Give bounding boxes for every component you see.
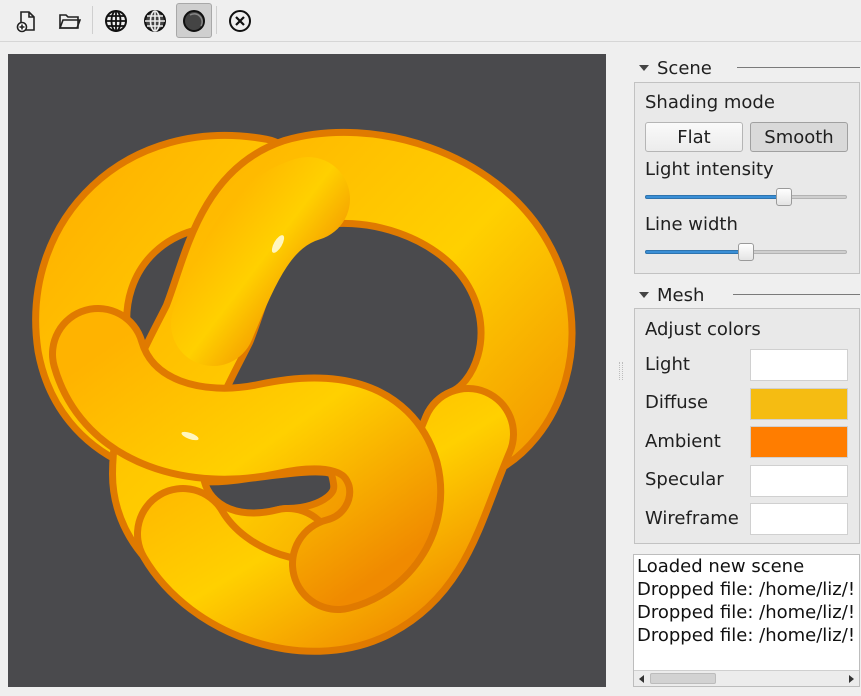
light-intensity-slider[interactable] <box>645 187 847 207</box>
close-circle-icon <box>229 9 251 32</box>
panel-splitter[interactable] <box>619 362 623 380</box>
wireframe-shaded-button[interactable] <box>137 3 173 38</box>
specular-color-swatch[interactable] <box>750 465 848 497</box>
wireframe-shaded-globe-icon <box>144 9 166 32</box>
3d-viewport[interactable] <box>8 54 606 687</box>
light-color-label: Light <box>645 354 690 375</box>
collapse-arrow-icon <box>639 292 649 298</box>
diffuse-color-swatch[interactable] <box>750 388 848 420</box>
wireframe-color-label: Wireframe <box>645 508 739 529</box>
collapse-arrow-icon <box>639 65 649 71</box>
diffuse-color-label: Diffuse <box>645 392 709 413</box>
adjust-colors-label: Adjust colors <box>645 319 761 340</box>
shading-mode-label: Shading mode <box>645 92 775 113</box>
open-folder-icon <box>58 13 81 29</box>
open-button[interactable] <box>51 3 87 38</box>
shaded-sphere-icon <box>183 9 205 32</box>
mesh-title: Mesh <box>657 284 705 306</box>
log-line: Dropped file: /home/liz/! <box>637 625 856 646</box>
shaded-button[interactable] <box>176 3 212 38</box>
light-color-swatch[interactable] <box>750 349 848 381</box>
scroll-right-arrow-icon[interactable] <box>843 671 859 686</box>
slider-handle[interactable] <box>738 243 754 261</box>
scrollbar-thumb[interactable] <box>650 673 716 684</box>
wireframe-globe-icon <box>105 9 127 32</box>
ambient-color-label: Ambient <box>645 431 721 452</box>
line-width-label: Line width <box>645 214 738 235</box>
toolbar <box>0 0 861 42</box>
wireframe-button[interactable] <box>98 3 134 38</box>
trefoil-knot-model <box>32 129 576 655</box>
line-width-slider[interactable] <box>645 242 847 262</box>
ambient-color-swatch[interactable] <box>750 426 848 458</box>
light-intensity-label: Light intensity <box>645 159 774 180</box>
log-line: Dropped file: /home/liz/! <box>637 579 856 600</box>
log-line: Dropped file: /home/liz/! <box>637 602 856 623</box>
scene-title: Scene <box>657 57 712 79</box>
slider-handle[interactable] <box>776 188 793 206</box>
mesh-section-header[interactable]: Mesh <box>639 283 704 307</box>
log-line: Loaded new scene <box>637 556 805 577</box>
specular-color-label: Specular <box>645 469 724 490</box>
horizontal-scrollbar[interactable] <box>634 670 859 686</box>
smooth-button[interactable]: Smooth <box>750 122 848 152</box>
log-output[interactable]: Loaded new scene Dropped file: /home/liz… <box>633 554 860 687</box>
close-scene-button[interactable] <box>222 3 258 38</box>
flat-button[interactable]: Flat <box>645 122 743 152</box>
new-file-button[interactable] <box>9 3 45 38</box>
new-file-icon <box>16 10 35 32</box>
scene-section-header[interactable]: Scene <box>639 56 712 80</box>
wireframe-color-swatch[interactable] <box>750 503 848 535</box>
scroll-left-arrow-icon[interactable] <box>634 671 650 686</box>
